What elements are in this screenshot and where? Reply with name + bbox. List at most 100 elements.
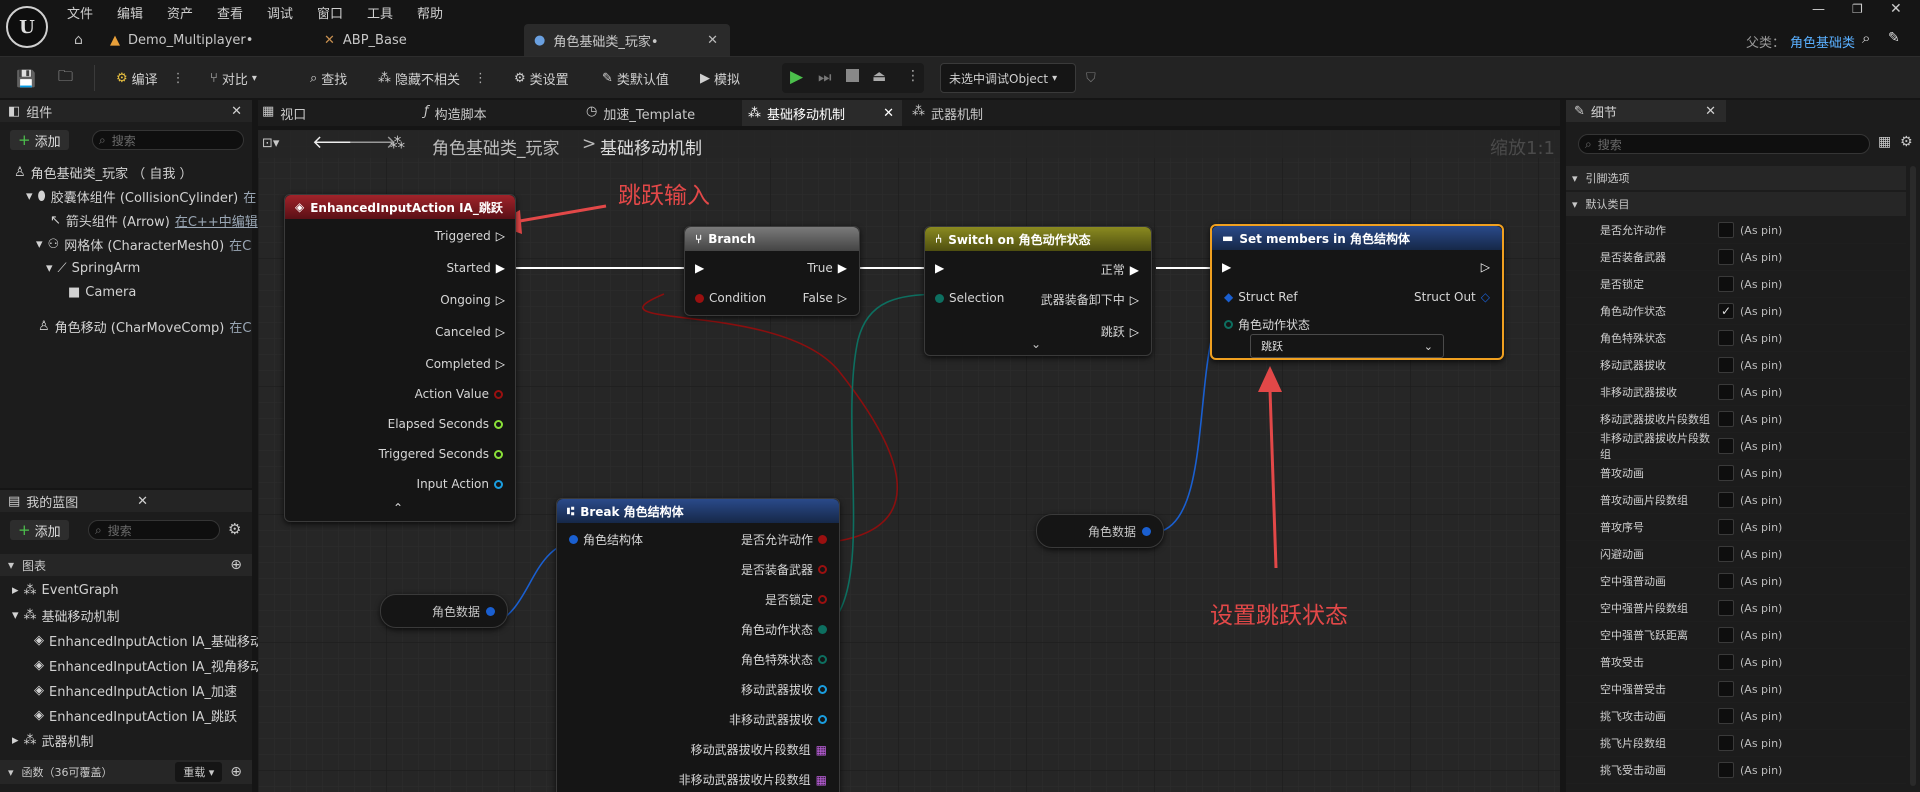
- tree-item-camera[interactable]: ■ Camera: [0, 280, 252, 304]
- eject-icon[interactable]: ⏏: [872, 67, 886, 85]
- pin-weapon-equipped[interactable]: 是否装备武器: [741, 561, 827, 578]
- pin-exec-out[interactable]: ▷: [1481, 260, 1490, 274]
- graph-item-basic-movement[interactable]: ▾ ⁂ 基础移动机制: [0, 603, 252, 628]
- node-branch[interactable]: ⑂ Branch ▶ True ▶ False ▷ Condition: [684, 226, 860, 316]
- as-pin-checkbox[interactable]: [1718, 735, 1734, 751]
- as-pin-checkbox[interactable]: [1718, 222, 1734, 238]
- simulate-button[interactable]: ▶ 模拟: [700, 57, 740, 99]
- close-window-icon[interactable]: ✕: [1890, 1, 1902, 17]
- close-panel-icon[interactable]: ✕: [231, 104, 242, 119]
- tab-construction-script[interactable]: ƒ 构造脚本: [424, 104, 487, 123]
- graphs-section[interactable]: ▾ 图表 ⊕: [0, 554, 252, 576]
- graph-item-weapon[interactable]: ▸ ⁂ 武器机制: [0, 728, 252, 753]
- pin-started[interactable]: Started ▶: [446, 261, 505, 275]
- functions-section[interactable]: ▾ 函数（36可覆盖） 重载 ▾ ⊕: [0, 760, 252, 784]
- pin-nonmove-weapon-draw[interactable]: 非移动武器拔收: [729, 711, 827, 728]
- as-pin-checkbox[interactable]: [1718, 249, 1734, 265]
- event-item-jump[interactable]: ◈ EnhancedInputAction IA_跳跃: [0, 703, 252, 728]
- as-pin-checkbox[interactable]: [1718, 330, 1734, 346]
- menu-window[interactable]: 窗口: [317, 3, 343, 22]
- event-item-look[interactable]: ◈ EnhancedInputAction IA_视角移动: [0, 653, 263, 678]
- step-icon[interactable]: ⏭: [818, 68, 832, 86]
- as-pin-checkbox[interactable]: [1718, 681, 1734, 697]
- as-pin-checkbox[interactable]: [1718, 276, 1734, 292]
- node-set-members[interactable]: ▬ Set members in 角色结构体 ▶ ▷ ◆ Struct Ref St…: [1210, 224, 1504, 360]
- home-icon[interactable]: ⌂: [74, 32, 83, 48]
- restore-icon[interactable]: ❐: [1852, 2, 1863, 16]
- menu-edit[interactable]: 编辑: [117, 3, 143, 22]
- mybp-search-input[interactable]: ⌕ 搜索: [88, 520, 220, 540]
- doc-tab-demo-multiplayer[interactable]: ▲ Demo_Multiplayer•: [104, 24, 304, 56]
- pin-exec-in[interactable]: ▶: [935, 261, 944, 275]
- diff-button[interactable]: ⑂ 对比 ▾: [210, 57, 257, 99]
- pin-locked[interactable]: 是否锁定: [765, 591, 827, 608]
- pin-exec-in[interactable]: ▶: [695, 261, 704, 275]
- as-pin-checkbox[interactable]: [1718, 627, 1734, 643]
- as-pin-checkbox[interactable]: [1718, 654, 1734, 670]
- menu-file[interactable]: 文件: [67, 3, 93, 22]
- menu-view[interactable]: 查看: [217, 3, 243, 22]
- node-break-struct[interactable]: ⑆ Break 角色结构体 角色结构体 是否允许动作 是否装备武器 是否锁定 角色…: [556, 498, 840, 792]
- parent-class-link[interactable]: 角色基础类: [1790, 32, 1855, 51]
- pin-weapon-unequip[interactable]: 武器装备卸下中 ▷: [1041, 291, 1139, 308]
- as-pin-checkbox[interactable]: [1718, 573, 1734, 589]
- menu-asset[interactable]: 资产: [167, 3, 193, 22]
- doc-tab-abp-base[interactable]: ✕ ABP_Base: [318, 24, 518, 56]
- details-scrollbar[interactable]: [1910, 166, 1916, 786]
- as-pin-checkbox[interactable]: ✓: [1718, 303, 1734, 319]
- node-get-character-data-2[interactable]: 角色数据: [1036, 514, 1164, 548]
- pin-action-value[interactable]: Action Value: [415, 387, 503, 401]
- graph-item-eventgraph[interactable]: ▸ ⁂ EventGraph: [0, 578, 252, 603]
- event-item-sprint[interactable]: ◈ EnhancedInputAction IA_加速: [0, 678, 252, 703]
- pin-allow-action[interactable]: 是否允许动作: [741, 531, 827, 548]
- as-pin-checkbox[interactable]: [1718, 411, 1734, 427]
- pin-elapsed-seconds[interactable]: Elapsed Seconds: [388, 417, 503, 431]
- play-options-icon[interactable]: ⋮: [906, 68, 920, 84]
- as-pin-checkbox[interactable]: [1718, 492, 1734, 508]
- as-pin-checkbox[interactable]: [1718, 600, 1734, 616]
- pin-input-action[interactable]: Input Action: [417, 477, 503, 491]
- as-pin-checkbox[interactable]: [1718, 519, 1734, 535]
- pin-jump[interactable]: 跳跃 ▷: [1101, 323, 1139, 340]
- pin-condition[interactable]: Condition: [695, 291, 766, 305]
- bookmark-icon[interactable]: ⊡▾: [262, 136, 279, 151]
- collapse-chevron-icon[interactable]: ⌃: [393, 501, 403, 515]
- as-pin-checkbox[interactable]: [1718, 762, 1734, 778]
- tree-item-self[interactable]: ♙ 角色基础类_玩家 （ 自我 ）: [0, 160, 252, 184]
- close-panel-icon[interactable]: ✕: [1705, 104, 1716, 119]
- pin-ongoing[interactable]: Ongoing ▷: [440, 293, 505, 307]
- table-view-icon[interactable]: ▦: [1878, 134, 1891, 150]
- save-icon[interactable]: 💾: [16, 57, 36, 99]
- pin-special-state[interactable]: 角色特殊状态: [741, 651, 827, 668]
- tree-item-arrow[interactable]: ↖ 箭头组件 (Arrow) 在C++中编辑: [0, 208, 258, 232]
- compile-button[interactable]: ⚙ 编译 ⋮: [116, 57, 185, 99]
- as-pin-checkbox[interactable]: [1718, 708, 1734, 724]
- override-dropdown[interactable]: 重载 ▾: [175, 762, 223, 782]
- pin-struct-out[interactable]: Struct Out ◇: [1414, 290, 1490, 304]
- pin-exec-in[interactable]: ▶: [1222, 260, 1231, 274]
- as-pin-checkbox[interactable]: [1718, 384, 1734, 400]
- tab-sprint-template[interactable]: ◷ 加速_Template: [586, 104, 695, 123]
- section-pin-options[interactable]: ▾ 引脚选项: [1566, 166, 1906, 190]
- as-pin-checkbox[interactable]: [1718, 357, 1734, 373]
- find-button[interactable]: ⌕ 查找: [310, 57, 347, 99]
- edit-pencil-icon[interactable]: ✎: [1888, 30, 1900, 46]
- pin-true[interactable]: True ▶: [807, 261, 847, 275]
- pin-struct-in[interactable]: 角色结构体: [569, 531, 643, 548]
- hide-unrelated-button[interactable]: ⁂ 隐藏不相关 ⋮: [378, 57, 487, 99]
- components-search-input[interactable]: ⌕ 搜索: [92, 130, 244, 150]
- tree-item-springarm[interactable]: ▾ ⟋ SpringArm: [0, 256, 252, 280]
- tab-viewport[interactable]: ▦ 视口: [262, 104, 306, 123]
- close-panel-icon[interactable]: ✕: [137, 494, 148, 509]
- pin-action-state[interactable]: 角色动作状态: [741, 621, 827, 638]
- class-settings-button[interactable]: ⚙ 类设置: [514, 57, 569, 99]
- expand-chevron-icon[interactable]: ⌄: [1031, 337, 1041, 351]
- play-icon[interactable]: ▶: [790, 67, 803, 87]
- breadcrumb-current[interactable]: 基础移动机制: [600, 134, 702, 159]
- pin-action-state[interactable]: 角色动作状态: [1224, 316, 1310, 333]
- node-input-action-jump[interactable]: ◈ EnhancedInputAction IA_跳跃 Triggered ▷ St…: [284, 194, 516, 522]
- search-icon[interactable]: ⌕: [1862, 29, 1870, 47]
- add-component-button[interactable]: + 添加: [10, 130, 69, 150]
- tree-item-capsule[interactable]: ▾ ⬮ 胶囊体组件 (CollisionCylinder) 在: [0, 184, 256, 208]
- node-get-character-data-1[interactable]: 角色数据: [380, 594, 508, 628]
